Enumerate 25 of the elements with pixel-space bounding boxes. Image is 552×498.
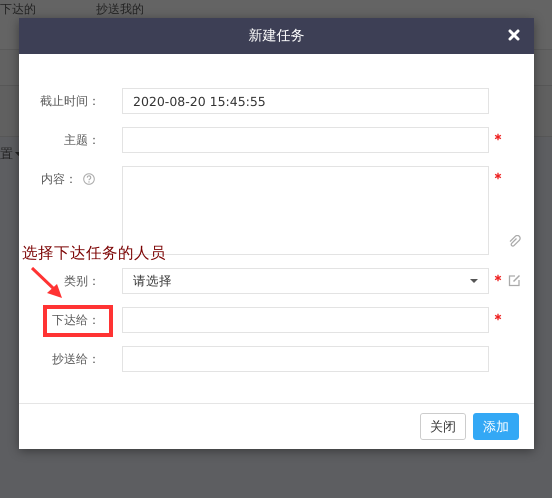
field-label: 内容： xyxy=(41,170,77,188)
field-label: 类别： xyxy=(64,272,100,290)
input-field[interactable] xyxy=(122,307,489,333)
field-label: 抄送给： xyxy=(52,350,100,368)
select-field[interactable]: 请选择 xyxy=(122,268,489,294)
input-field[interactable] xyxy=(122,346,489,372)
add-button[interactable]: 添加 xyxy=(473,413,519,440)
field-label: 截止时间： xyxy=(40,92,100,110)
field-label: 下达给： xyxy=(52,312,100,328)
input-field[interactable]: 2020-08-20 15:45:55 xyxy=(122,88,489,114)
highlight-frame xyxy=(43,305,113,337)
annotation-text: 选择下达任务的人员 xyxy=(22,243,166,264)
menu-text[interactable]: 置 xyxy=(0,145,13,163)
edit-icon[interactable] xyxy=(508,274,521,287)
field-label: 主题： xyxy=(64,132,100,148)
tab[interactable]: 抄送我的 xyxy=(96,2,144,16)
input-field[interactable] xyxy=(122,127,489,153)
attachment-icon[interactable] xyxy=(508,235,522,249)
help-icon[interactable] xyxy=(83,173,95,185)
dialog-title: 新建任务 xyxy=(248,27,304,45)
tab[interactable]: 下达的 xyxy=(0,2,36,16)
dropdown-caret-icon xyxy=(470,279,478,283)
close-icon[interactable] xyxy=(508,29,520,41)
annotation-arrow xyxy=(30,266,64,299)
close-button[interactable]: 关闭 xyxy=(420,413,466,440)
